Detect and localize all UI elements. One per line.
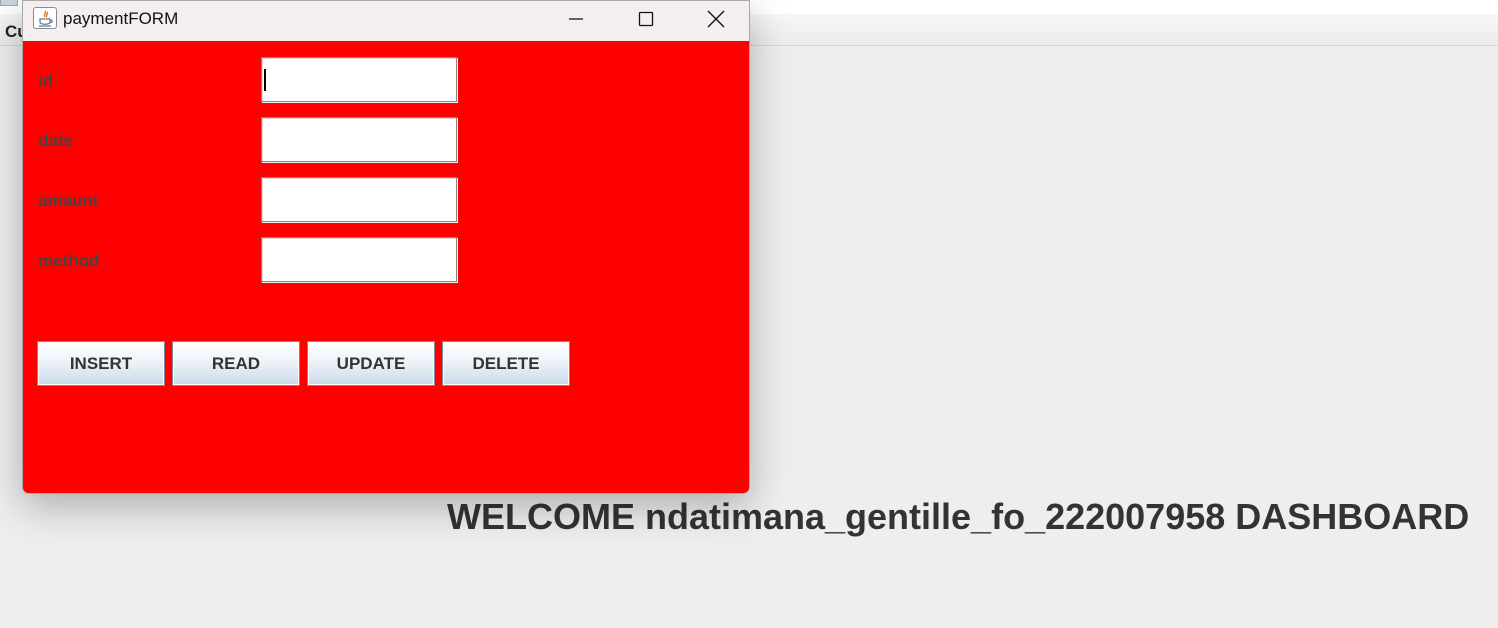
insert-button[interactable]: INSERT (37, 341, 165, 386)
maximize-button[interactable] (611, 1, 681, 37)
amount-label: amaunt (38, 191, 99, 210)
window-title: paymentFORM (63, 9, 179, 28)
read-button[interactable]: READ (172, 341, 300, 386)
java-icon (33, 7, 57, 29)
method-label: method (38, 251, 100, 270)
method-field[interactable] (261, 237, 457, 282)
form-content: id date amaunt method INSERT READ UPDATE… (23, 41, 749, 493)
text-caret (264, 69, 266, 91)
minimize-icon (569, 18, 583, 20)
id-label: id (38, 71, 54, 90)
date-field[interactable] (261, 117, 457, 162)
minimize-button[interactable] (541, 1, 611, 37)
dashboard-app-icon (0, 0, 18, 6)
payment-form-window: paymentFORM id date amaunt method INSERT… (22, 0, 750, 494)
window-title-bar[interactable]: paymentFORM (23, 1, 749, 41)
id-field[interactable] (261, 57, 457, 102)
date-label: date (38, 131, 73, 150)
update-button[interactable]: UPDATE (307, 341, 435, 386)
close-button[interactable] (681, 1, 749, 37)
maximize-icon (638, 11, 654, 27)
close-icon (707, 10, 725, 28)
welcome-heading: WELCOME ndatimana_gentille_fo_222007958 … (447, 496, 1470, 537)
delete-button[interactable]: DELETE (442, 341, 570, 386)
amount-field[interactable] (261, 177, 457, 222)
